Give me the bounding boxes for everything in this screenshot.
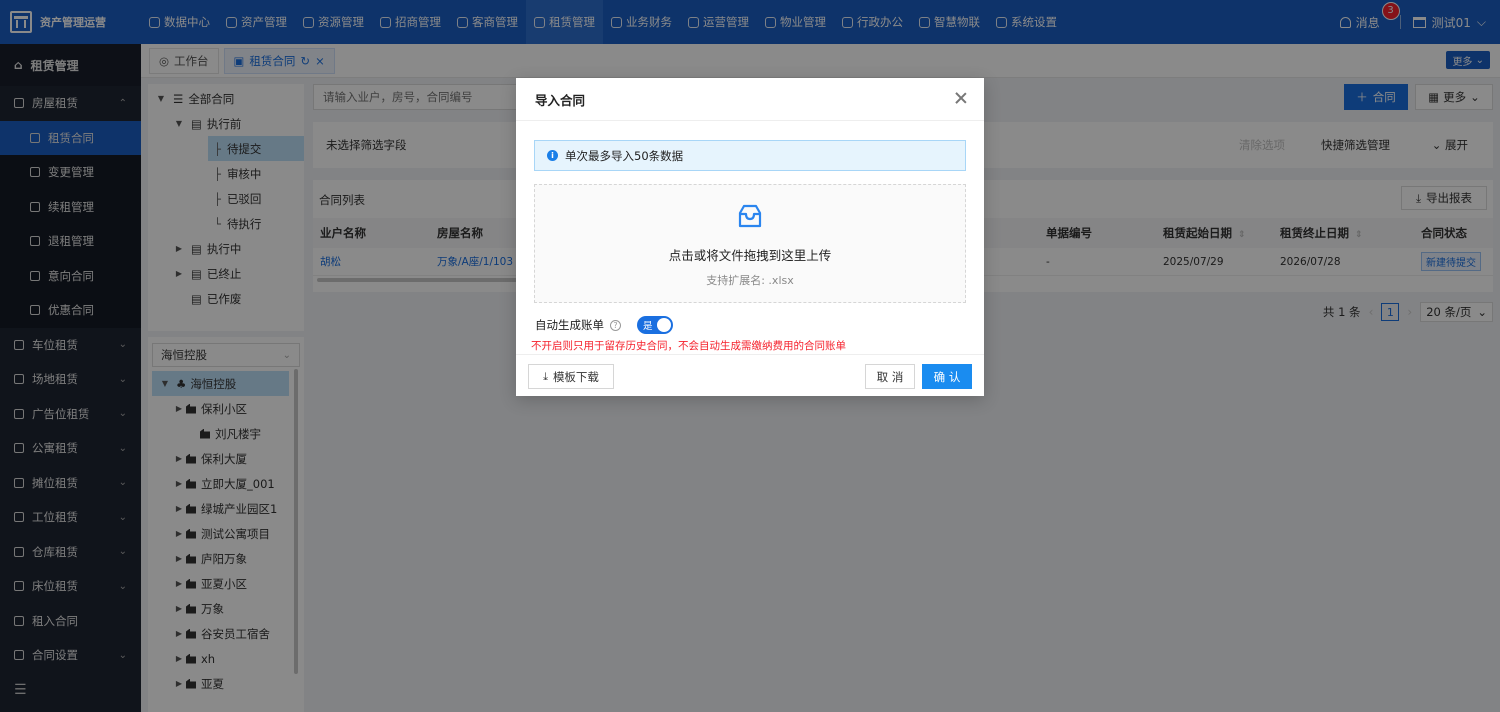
import-contract-modal: 导入合同 i 单次最多导入50条数据 点击或将文件拖拽到这里上传 支持扩展名: … [516,78,984,396]
question-icon[interactable]: ? [610,319,621,331]
auto-generate-toggle[interactable]: 是 [637,316,673,334]
confirm-button[interactable]: 确 认 [922,364,972,389]
auto-generate-warning: 不开启则只用于留存历史合同，不会自动生成需缴纳费用的合同账单 [531,340,846,352]
auto-generate-label: 自动生成账单 [535,318,604,332]
file-upload-dropzone[interactable]: 点击或将文件拖拽到这里上传 支持扩展名: .xlsx [534,184,966,303]
modal-title: 导入合同 [535,92,586,108]
modal-header: 导入合同 [516,78,984,121]
template-download-button[interactable]: ⤓ 模板下载 [528,364,614,389]
upload-text: 点击或将文件拖拽到这里上传 [668,248,832,263]
cancel-button[interactable]: 取 消 [865,364,915,389]
modal-footer: ⤓ 模板下载 取 消 确 认 [516,354,984,396]
info-icon: i [547,150,558,161]
inbox-icon [738,204,762,228]
import-limit-notice: i 单次最多导入50条数据 [534,140,966,171]
upload-hint: 支持扩展名: .xlsx [706,274,794,287]
auto-generate-bill-row: 自动生成账单 ? 是 [535,316,673,334]
download-icon: ⤓ [543,369,548,383]
close-icon[interactable] [954,91,968,105]
